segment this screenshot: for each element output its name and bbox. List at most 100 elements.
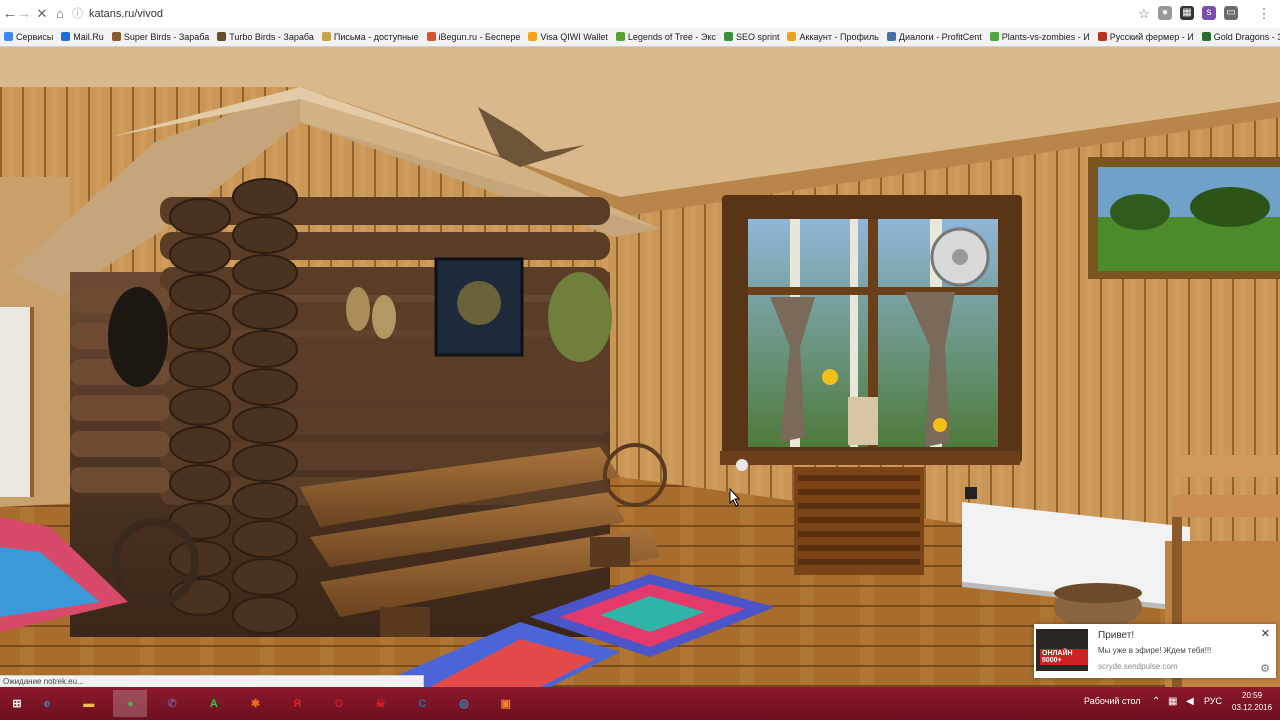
taskbar-orange-app-button[interactable]: ✱ bbox=[239, 690, 273, 717]
network-icon[interactable]: ▦ bbox=[1168, 696, 1177, 707]
bookmark-label: Сервисы bbox=[16, 32, 54, 42]
notification-title: Привет! bbox=[1098, 630, 1135, 641]
bookmark-favicon-icon bbox=[321, 32, 331, 41]
desktop-toolbar-label[interactable]: Рабочий стол bbox=[1084, 696, 1141, 706]
taskbar-a-app-button[interactable]: A bbox=[197, 690, 231, 717]
url-text: katans.ru/vivod bbox=[89, 8, 163, 20]
taskbar-internet-explorer-button[interactable]: e bbox=[30, 690, 64, 717]
stop-loading-icon[interactable]: ✕ bbox=[32, 4, 52, 24]
opera-icon: O bbox=[334, 698, 344, 711]
bookmark-label: Gold Dragons - Зараб bbox=[1213, 32, 1280, 42]
bookmark-label: Visa QIWI Wallet bbox=[540, 32, 608, 42]
bookmark-label: Super Birds - Зараба bbox=[123, 32, 210, 42]
bookmark-item[interactable]: Gold Dragons - Зараб bbox=[1198, 28, 1280, 46]
notification-site: scryde.sendpulse.com bbox=[1098, 662, 1178, 671]
bookmark-item[interactable]: Mail.Ru bbox=[57, 28, 108, 46]
bookmark-label: SEO sprint bbox=[735, 32, 780, 42]
bookmark-favicon-icon bbox=[787, 32, 797, 41]
bookmark-label: Turbo Birds - Зараба bbox=[229, 32, 314, 42]
close-icon[interactable]: ✕ bbox=[1261, 627, 1270, 640]
bookmark-favicon-icon bbox=[1097, 32, 1107, 41]
taskbar-media-app-button[interactable]: ▣ bbox=[489, 690, 523, 717]
bookmark-favicon-icon bbox=[426, 32, 436, 41]
taskbar: ⊞ e ▬ ● ✆ A ✱ Я O ☠ C ◎ ▣ Рабочий стол ⌃ ▦ ◀ РУС 20:… bbox=[0, 687, 1280, 720]
bookmarks-bar: Сервисы Mail.Ru Super Birds - Зараба Turbo … bbox=[0, 28, 1280, 47]
c-app-icon: C bbox=[418, 698, 427, 711]
bookmark-item[interactable]: SEO sprint bbox=[720, 28, 784, 46]
clock-date: 03.12.2016 bbox=[1232, 703, 1273, 712]
file-explorer-icon: ▬ bbox=[83, 698, 95, 711]
taskbar-game-app-button[interactable]: ☠ bbox=[364, 690, 398, 717]
bookmark-favicon-icon bbox=[217, 32, 227, 41]
clock-time: 20:59 bbox=[1242, 691, 1263, 700]
address-input[interactable]: ⓘ katans.ru/vivod bbox=[72, 4, 1152, 24]
bookmark-item[interactable]: Plants-vs-zombies - И bbox=[986, 28, 1094, 46]
chrome-icon: ● bbox=[127, 698, 134, 711]
sauna-photo bbox=[0, 47, 1280, 687]
bookmark-label: Аккаунт - Профиль bbox=[799, 32, 879, 42]
bookmark-favicon-icon bbox=[61, 32, 71, 41]
gear-icon[interactable]: ⚙ bbox=[1260, 662, 1270, 675]
taskbar-amigo-button[interactable]: ◎ bbox=[447, 690, 481, 717]
extension-dark-icon[interactable]: ▦ bbox=[1180, 6, 1194, 20]
bookmark-item[interactable]: Turbo Birds - Зараба bbox=[213, 28, 318, 46]
taskbar-windows-start-button[interactable]: ⊞ bbox=[0, 690, 34, 717]
extension-cast-icon[interactable]: ▭ bbox=[1224, 6, 1238, 20]
bookmark-favicon-icon bbox=[111, 32, 121, 41]
amigo-icon: ◎ bbox=[459, 698, 469, 711]
bookmark-item[interactable]: Visa QIWI Wallet bbox=[524, 28, 612, 46]
windows-start-icon: ⊞ bbox=[12, 698, 22, 711]
bookmark-label: Mail.Ru bbox=[73, 32, 104, 42]
thumbnail-badge: ОНЛАЙН 5000+ bbox=[1040, 649, 1088, 665]
bookmark-favicon-icon bbox=[886, 32, 896, 41]
bookmark-label: Письма - доступные bbox=[333, 32, 419, 42]
notification-thumbnail: ОНЛАЙН 5000+ bbox=[1036, 629, 1088, 671]
taskbar-chrome-button[interactable]: ● bbox=[113, 690, 148, 717]
viber-icon: ✆ bbox=[167, 698, 177, 711]
bookmark-item[interactable]: Русский фермер - И bbox=[1094, 28, 1198, 46]
a-app-icon: A bbox=[209, 698, 218, 711]
bookmark-label: Русский фермер - И bbox=[1109, 32, 1194, 42]
bookmark-item[interactable]: Аккаунт - Профиль bbox=[783, 28, 882, 46]
volume-icon[interactable]: ◀ bbox=[1186, 696, 1194, 707]
bookmark-star-icon[interactable]: ☆ bbox=[1134, 4, 1154, 24]
taskbar-yandex-button[interactable]: Я bbox=[280, 690, 314, 717]
home-icon[interactable]: ⌂ bbox=[50, 4, 70, 24]
bookmark-favicon-icon bbox=[4, 32, 13, 41]
yandex-icon: Я bbox=[293, 698, 302, 711]
bookmark-label: Legends of Tree - Экс bbox=[627, 32, 716, 42]
bookmark-item[interactable]: Письма - доступные bbox=[318, 28, 423, 46]
language-indicator[interactable]: РУС bbox=[1204, 696, 1222, 706]
bookmark-item[interactable]: Legends of Tree - Экс bbox=[612, 28, 720, 46]
bookmark-favicon-icon bbox=[989, 32, 999, 41]
menu-icon[interactable]: ⋮ bbox=[1254, 4, 1274, 24]
bookmark-label: Диалоги - ProfitCent bbox=[898, 32, 982, 42]
bookmark-item[interactable]: Super Birds - Зараба bbox=[108, 28, 213, 46]
bookmark-favicon-icon bbox=[723, 32, 733, 41]
bookmark-label: Plants-vs-zombies - И bbox=[1001, 32, 1090, 42]
internet-explorer-icon: e bbox=[43, 698, 51, 711]
bookmark-favicon-icon bbox=[1201, 32, 1211, 41]
forward-arrow-icon[interactable]: → bbox=[14, 4, 34, 24]
orange-app-icon: ✱ bbox=[250, 698, 261, 711]
chevron-up-icon[interactable]: ⌃ bbox=[1152, 696, 1160, 707]
taskbar-c-app-button[interactable]: C bbox=[405, 690, 439, 717]
bookmark-item[interactable]: Диалоги - ProfitCent bbox=[883, 28, 986, 46]
push-notification[interactable]: ОНЛАЙН 5000+ Привет! Мы уже в эфире! Жде… bbox=[1034, 624, 1276, 678]
media-app-icon: ▣ bbox=[500, 698, 511, 711]
taskbar-opera-button[interactable]: O bbox=[322, 690, 356, 717]
extension-purple-icon[interactable]: s bbox=[1202, 6, 1216, 20]
sauna-photo-image bbox=[0, 47, 1280, 687]
notification-message: Мы уже в эфире! Ждем тебя!!! bbox=[1098, 646, 1212, 655]
page-info-icon[interactable]: ⓘ bbox=[72, 8, 83, 20]
bookmark-favicon-icon bbox=[528, 32, 538, 41]
clock[interactable]: 20:59 03.12.2016 bbox=[1232, 690, 1272, 714]
bookmark-favicon-icon bbox=[615, 32, 625, 41]
taskbar-viber-button[interactable]: ✆ bbox=[155, 690, 189, 717]
extension-gray-icon[interactable]: ● bbox=[1158, 6, 1172, 20]
bookmark-item[interactable]: Сервисы bbox=[0, 28, 57, 46]
game-app-icon: ☠ bbox=[375, 698, 386, 711]
bookmark-item[interactable]: iBegun.ru - Беспере bbox=[423, 28, 525, 46]
taskbar-file-explorer-button[interactable]: ▬ bbox=[72, 690, 106, 717]
bookmark-label: iBegun.ru - Беспере bbox=[438, 32, 521, 42]
